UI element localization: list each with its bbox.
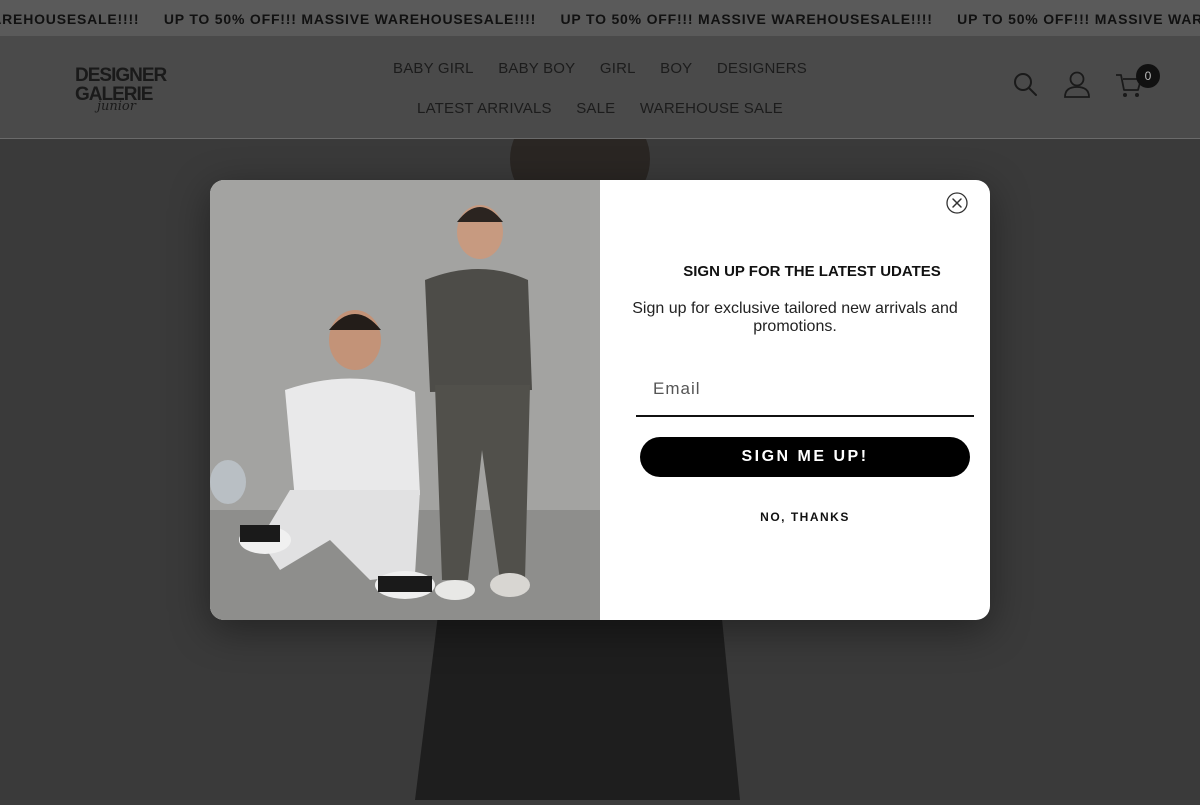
nav-item-baby-girl[interactable]: BABY GIRL: [393, 49, 474, 89]
close-icon[interactable]: [946, 192, 968, 214]
nav-item-warehouse-sale[interactable]: WAREHOUSE SALE: [640, 89, 783, 129]
announcement-bar: WAREHOUSESALE!!!! UP TO 50% OFF!!! MASSI…: [0, 0, 1200, 36]
search-icon[interactable]: [1010, 70, 1040, 100]
email-field[interactable]: [636, 362, 974, 417]
site-logo[interactable]: DESIGNER GALERIE junior: [75, 65, 167, 116]
no-thanks-button[interactable]: NO, THANKS: [695, 508, 915, 526]
account-icon[interactable]: [1062, 70, 1092, 100]
nav-item-girl[interactable]: GIRL: [600, 49, 636, 89]
signup-modal: SIGN UP FOR THE LATEST UDATES Sign up fo…: [210, 180, 990, 620]
nav-item-baby-boy[interactable]: BABY BOY: [498, 49, 575, 89]
announcement-message: UP TO 50% OFF!!! MASSIVE WAREHOUSESALE!!…: [560, 11, 933, 27]
logo-line1: DESIGNER: [75, 65, 167, 86]
announcement-message: UP TO 50% OFF!!! MASSIVE WAREHOUSESALE!!…: [163, 11, 537, 27]
logo-line3: junior: [97, 99, 136, 114]
announcement-track: WAREHOUSESALE!!!! UP TO 50% OFF!!! MASSI…: [0, 11, 1200, 29]
popup-subtitle: Sign up for exclusive tailored new arriv…: [632, 300, 958, 335]
cart-icon[interactable]: 0: [1114, 64, 1160, 100]
nav-row: BABY GIRL BABY BOY GIRL BOY DESIGNERS: [360, 49, 840, 89]
sign-me-up-button[interactable]: SIGN ME UP!: [640, 437, 970, 477]
announcement-message: UP TO 50% OFF!!! MASSIVE WAREHOUSESALE!!…: [957, 11, 1200, 27]
nav-item-sale[interactable]: SALE: [576, 89, 615, 129]
announcement-message: WAREHOUSESALE!!!!: [0, 11, 140, 27]
main-nav: BABY GIRL BABY BOY GIRL BOY DESIGNERS LA…: [360, 36, 840, 129]
nav-item-latest-arrivals[interactable]: LATEST ARRIVALS: [417, 89, 552, 129]
nav-item-designers[interactable]: DESIGNERS: [717, 49, 807, 89]
kids-photo: [210, 180, 600, 620]
header-icons: 0: [1010, 64, 1160, 110]
site-header: DESIGNER GALERIE junior BABY GIRL BABY B…: [0, 36, 1200, 139]
popup-title: SIGN UP FOR THE LATEST UDATES: [683, 263, 941, 280]
cart-count-badge: 0: [1136, 64, 1160, 88]
nav-item-boy[interactable]: BOY: [660, 49, 692, 89]
nav-row: LATEST ARRIVALS SALE WAREHOUSE SALE: [360, 89, 840, 129]
modal-photo: [210, 180, 600, 620]
signup-form: SIGN UP FOR THE LATEST UDATES Sign up fo…: [600, 180, 990, 620]
